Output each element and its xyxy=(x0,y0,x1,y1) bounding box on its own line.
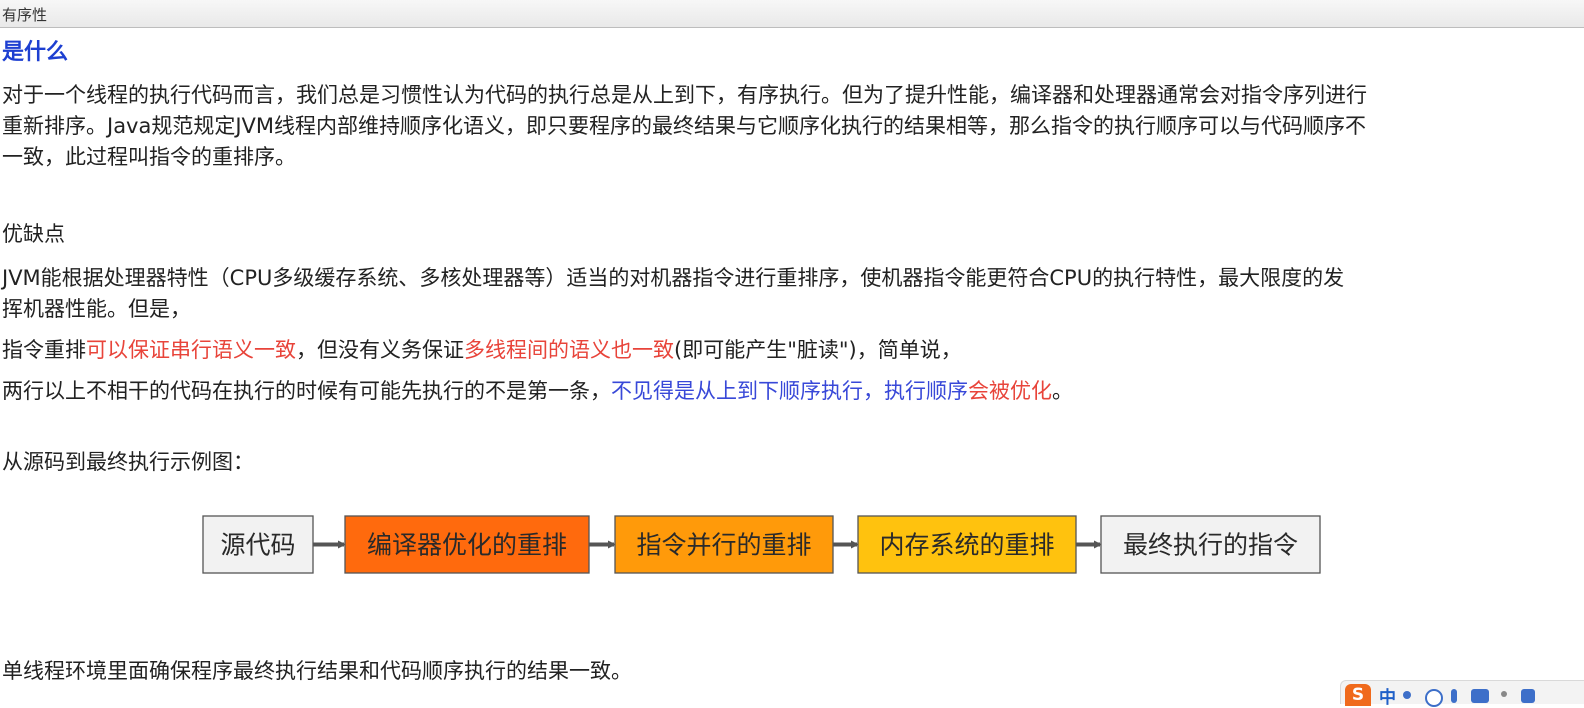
keyboard-icon[interactable] xyxy=(1471,689,1489,703)
flow-step-label: 编译器优化的重排 xyxy=(367,531,567,560)
summary-sentence: 单线程环境里面确保程序最终执行结果和代码顺序执行的结果一致。 xyxy=(2,659,632,683)
flow-step-label: 最终执行的指令 xyxy=(1123,531,1298,560)
ime-toolbar[interactable]: S 中 xyxy=(1340,680,1584,708)
toolbox-icon[interactable] xyxy=(1521,689,1535,703)
ime-mode-toggle[interactable]: 中 xyxy=(1379,683,1396,708)
user-icon[interactable] xyxy=(1501,691,1507,697)
flow-step-label: 源代码 xyxy=(220,531,295,560)
flow-step-label: 内存系统的重排 xyxy=(879,531,1054,560)
emoji-icon[interactable] xyxy=(1425,689,1443,707)
flow-step-label: 指令并行的重排 xyxy=(636,531,811,560)
microphone-icon[interactable] xyxy=(1451,689,1457,703)
sogou-logo-icon[interactable]: S xyxy=(1345,684,1371,706)
punctuation-icon[interactable] xyxy=(1403,691,1411,699)
reorder-flow-diagram: 源代码 编译器优化的重排 指令并行的重排 内存系统的重排 最终执行的指令 xyxy=(202,515,1321,574)
